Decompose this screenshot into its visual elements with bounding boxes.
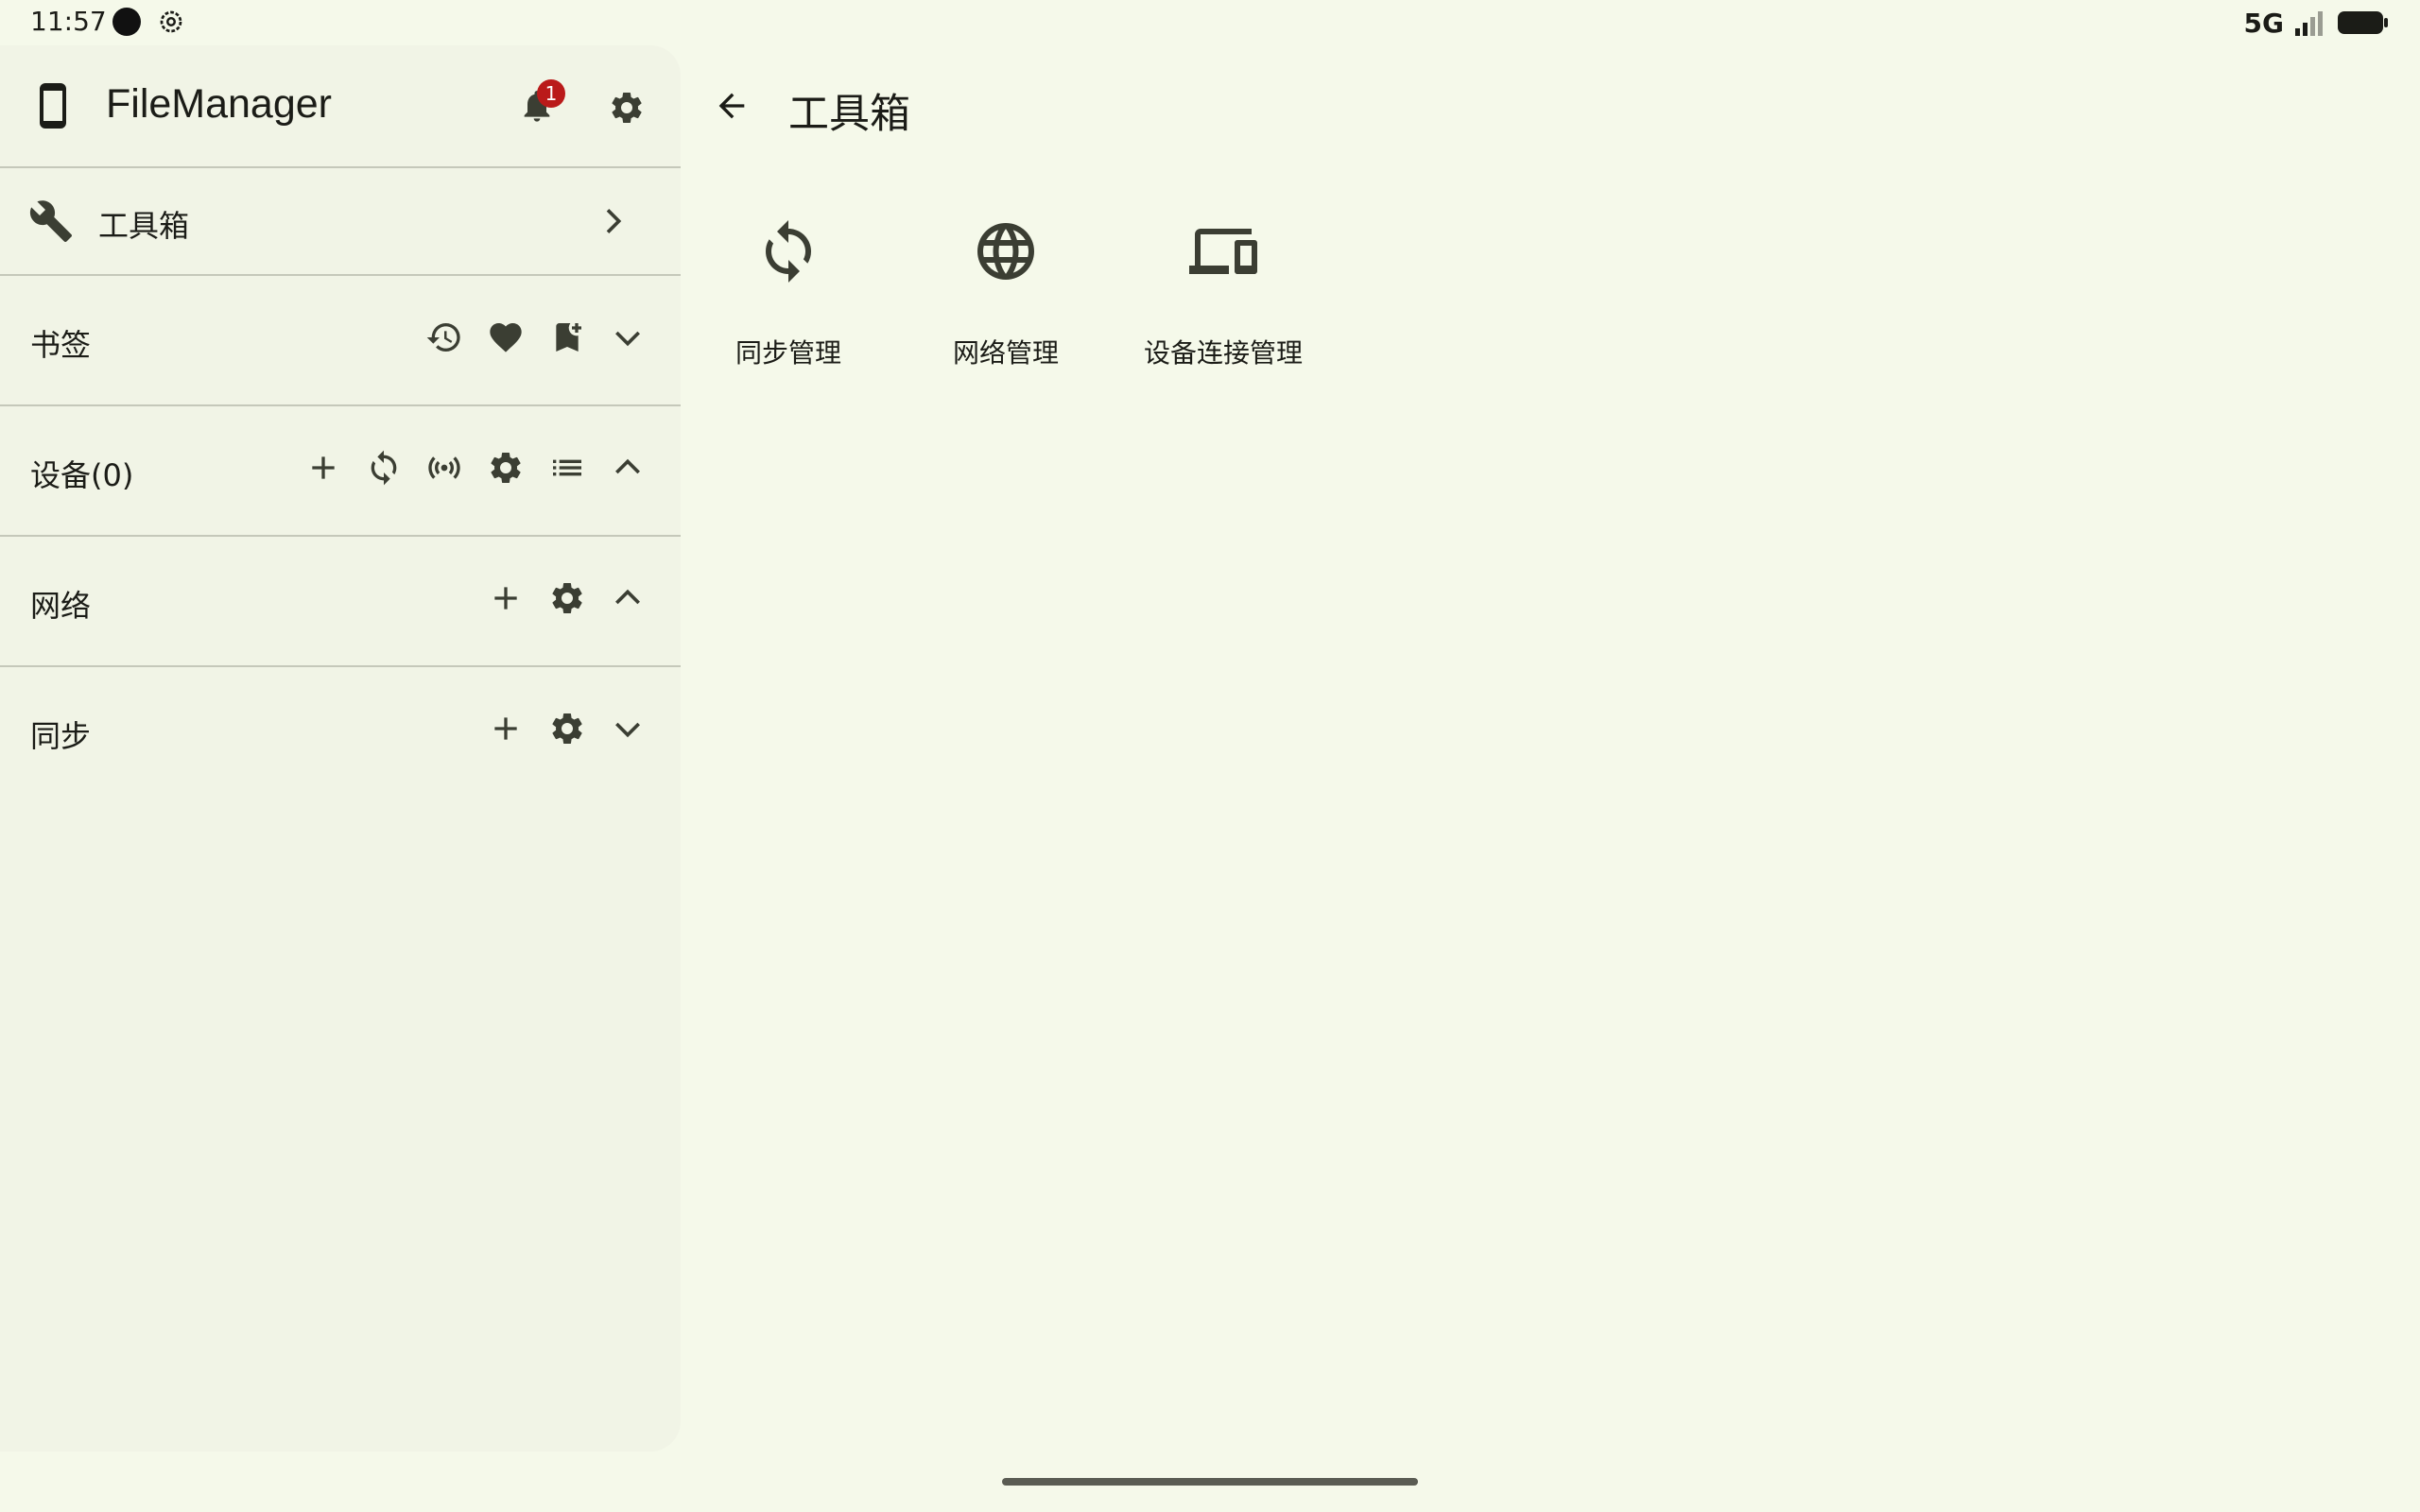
tool-label: 同步管理: [735, 337, 841, 369]
toolbox-label: 工具箱: [98, 208, 190, 244]
chevron-right-icon: [594, 202, 631, 240]
section-sync: 同步: [0, 667, 681, 796]
bookmarks-label: 书签: [30, 327, 92, 363]
add-icon[interactable]: [304, 449, 342, 487]
sidebar: FileManager 1 工具箱 书签 设备(0) 网络 同步: [0, 45, 681, 1452]
sync-icon[interactable]: [365, 449, 403, 487]
devices-label: 设备(0): [30, 457, 134, 493]
battery-icon: [2337, 9, 2390, 36]
main-header: 工具箱: [681, 45, 2420, 166]
tool-network-management[interactable]: 网络管理: [911, 198, 1100, 387]
tool-device-connection-management[interactable]: 设备连接管理: [1129, 198, 1318, 387]
status-right: 5G: [2244, 6, 2390, 40]
devices-icon: [1189, 217, 1257, 285]
section-bookmarks: 书签: [0, 276, 681, 404]
phone-icon[interactable]: [34, 83, 72, 129]
chevron-up-icon[interactable]: [609, 449, 647, 487]
network-type: 5G: [2243, 7, 2284, 39]
add-icon[interactable]: [487, 579, 525, 617]
bookmark-add-icon[interactable]: [548, 318, 586, 356]
section-network: 网络: [0, 537, 681, 665]
wrench-icon: [28, 198, 74, 244]
sync-icon: [754, 217, 822, 285]
broadcast-icon[interactable]: [425, 449, 463, 487]
back-arrow-icon[interactable]: [713, 87, 751, 125]
status-time: 11:57: [30, 6, 107, 37]
settings-icon[interactable]: [608, 89, 646, 127]
chevron-down-icon[interactable]: [609, 710, 647, 747]
heart-icon[interactable]: [487, 318, 525, 356]
add-icon[interactable]: [487, 710, 525, 747]
home-indicator[interactable]: [1002, 1478, 1418, 1486]
tool-label: 网络管理: [952, 337, 1059, 369]
sync-label: 同步: [30, 718, 92, 754]
app-title: FileManager: [106, 81, 332, 127]
app-root: 11:57 5G FileManager 1 工具箱 书签 设备(0) 网络 同…: [0, 0, 2420, 1512]
network-settings-icon[interactable]: [548, 579, 586, 617]
page-title: 工具箱: [788, 91, 910, 138]
signal-icon: [2293, 9, 2327, 36]
status-bar: 11:57 5G: [0, 0, 2420, 45]
device-settings-icon[interactable]: [487, 449, 525, 487]
sync-settings-icon[interactable]: [548, 710, 586, 747]
history-icon[interactable]: [425, 318, 463, 356]
sidebar-item-toolbox[interactable]: 工具箱: [0, 168, 681, 274]
list-icon[interactable]: [548, 449, 586, 487]
tool-sync-management[interactable]: 同步管理: [694, 198, 883, 387]
tool-label: 设备连接管理: [1143, 337, 1303, 369]
sidebar-header: FileManager 1: [0, 45, 681, 166]
notification-dot-icon: [112, 8, 141, 36]
network-label: 网络: [30, 588, 92, 624]
section-devices: 设备(0): [0, 406, 681, 535]
globe-icon: [972, 217, 1040, 285]
status-settings-icon: [157, 8, 185, 36]
chevron-down-icon[interactable]: [609, 318, 647, 356]
chevron-up-icon[interactable]: [609, 579, 647, 617]
notification-badge: 1: [537, 79, 565, 108]
